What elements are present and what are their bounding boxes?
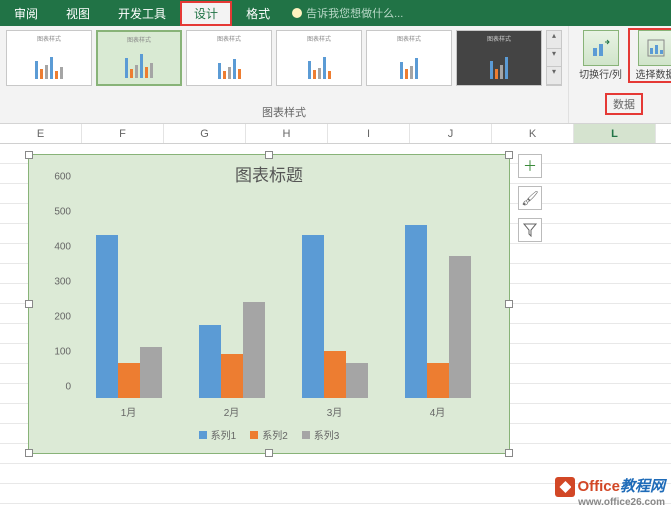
bar[interactable] [449,256,471,398]
chart-styles-button[interactable]: 🖌 [518,186,542,210]
y-tick: 300 [39,277,71,288]
ribbon-body: 图表样式 图表样式 图表样式 图表样式 图表样式 图表样式 ▴▾▾ 图表样式 切… [0,26,671,124]
sheet-area: E F G H I J K L 图表标题 0100200300400500600… [0,124,671,512]
x-label: 3月 [327,404,343,419]
legend-item[interactable]: 系列3 [302,427,340,442]
resize-handle[interactable] [505,449,513,457]
tab-design[interactable]: 设计 [180,1,232,26]
bar[interactable] [199,325,221,399]
bar[interactable] [302,235,324,398]
bar-cluster[interactable] [405,225,471,398]
col-header[interactable]: J [410,124,492,143]
chart-plot[interactable]: 0100200300400500600 [77,188,489,398]
col-header[interactable]: F [82,124,164,143]
logo-icon [555,477,575,497]
col-header[interactable]: H [246,124,328,143]
tab-view[interactable]: 视图 [52,1,104,26]
x-label: 4月 [430,404,446,419]
style-thumb-4[interactable]: 图表样式 [276,30,362,86]
tell-me-search[interactable]: 告诉我您想做什么... [284,5,403,21]
resize-handle[interactable] [25,300,33,308]
chart-object[interactable]: 图表标题 0100200300400500600 1月2月3月4月 系列1系列2… [28,154,510,454]
bar[interactable] [346,363,368,398]
tab-format[interactable]: 格式 [232,1,284,26]
legend-swatch [199,431,207,439]
bar[interactable] [221,354,243,398]
chart-legend[interactable]: 系列1 系列2 系列3 [29,427,509,442]
style-thumb-2[interactable]: 图表样式 [96,30,182,86]
x-label: 1月 [121,404,137,419]
bar-cluster[interactable] [302,235,368,398]
legend-swatch [302,431,310,439]
chart-styles-group: 图表样式 图表样式 图表样式 图表样式 图表样式 图表样式 ▴▾▾ 图表样式 [0,26,569,123]
legend-item[interactable]: 系列2 [250,427,288,442]
bar-cluster[interactable] [199,302,265,398]
bar[interactable] [140,347,162,398]
bar[interactable] [324,351,346,398]
style-thumbnails: 图表样式 图表样式 图表样式 图表样式 图表样式 图表样式 ▴▾▾ [6,30,562,86]
style-thumb-3[interactable]: 图表样式 [186,30,272,86]
col-header[interactable]: E [0,124,82,143]
tab-dev[interactable]: 开发工具 [104,1,180,26]
y-tick: 600 [39,172,71,183]
switch-icon [583,30,619,66]
col-header-selected[interactable]: L [574,124,656,143]
column-headers: E F G H I J K L [0,124,671,144]
y-tick: 200 [39,312,71,323]
bar-cluster[interactable] [96,235,162,398]
chart-side-buttons: ＋ 🖌 [518,154,542,250]
x-label: 2月 [224,404,240,419]
bar[interactable] [405,225,427,398]
y-tick: 0 [39,382,71,393]
bar[interactable] [427,363,449,398]
resize-handle[interactable] [505,300,513,308]
legend-item[interactable]: 系列1 [199,427,237,442]
bulb-icon [292,8,302,18]
style-thumb-1[interactable]: 图表样式 [6,30,92,86]
bar[interactable] [96,235,118,398]
col-header[interactable]: K [492,124,574,143]
watermark: Office教程网 www.office26.com [555,475,665,508]
style-scroll[interactable]: ▴▾▾ [546,30,562,86]
y-tick: 400 [39,242,71,253]
switch-row-col-button[interactable]: 切换行/列 [575,30,626,81]
y-tick: 100 [39,347,71,358]
resize-handle[interactable] [265,151,273,159]
select-data-icon [638,30,671,66]
ribbon-tabs: 审阅 视图 开发工具 设计 格式 告诉我您想做什么... [0,0,671,26]
col-header[interactable]: I [328,124,410,143]
legend-label: 系列1 [211,427,237,442]
select-data-button[interactable]: 选择数据 [630,30,671,81]
resize-handle[interactable] [25,151,33,159]
resize-handle[interactable] [505,151,513,159]
resize-handle[interactable] [265,449,273,457]
x-axis-labels: 1月 2月 3月 4月 [77,404,489,419]
group-label-data: 数据 [607,95,641,113]
style-thumb-5[interactable]: 图表样式 [366,30,452,86]
col-header[interactable]: G [164,124,246,143]
style-thumb-6[interactable]: 图表样式 [456,30,542,86]
legend-swatch [250,431,258,439]
bar[interactable] [118,363,140,398]
data-group: 切换行/列 选择数据 数据 [569,26,671,123]
chart-elements-button[interactable]: ＋ [518,154,542,178]
resize-handle[interactable] [25,449,33,457]
funnel-icon [523,223,537,237]
legend-label: 系列2 [262,427,288,442]
chart-title[interactable]: 图表标题 [29,155,509,188]
y-tick: 500 [39,207,71,218]
group-label-styles: 图表样式 [6,104,562,120]
legend-label: 系列3 [314,427,340,442]
chart-filters-button[interactable] [518,218,542,242]
tab-review[interactable]: 审阅 [0,1,52,26]
bar[interactable] [243,302,265,398]
